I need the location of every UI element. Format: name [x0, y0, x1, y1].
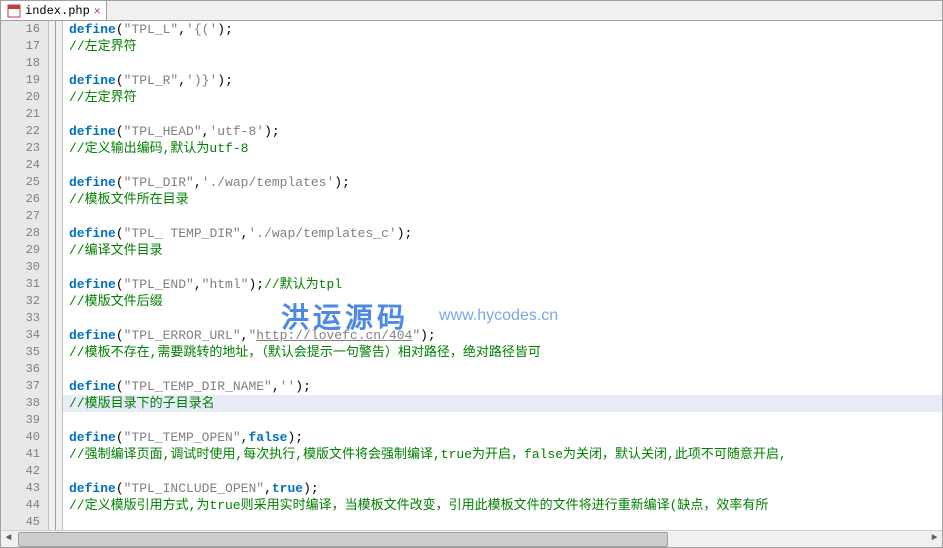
code-line[interactable]: //左定界符	[63, 38, 942, 55]
code-line[interactable]: x	[63, 157, 942, 174]
close-icon[interactable]: ✕	[94, 4, 101, 18]
line-number: 43	[1, 480, 40, 497]
code-line[interactable]: define("TPL_R",')}');	[63, 72, 942, 89]
code-line[interactable]: define("TPL_L",'{(');	[63, 21, 942, 38]
line-number: 44	[1, 497, 40, 514]
line-number: 42	[1, 463, 40, 480]
line-number: 16	[1, 21, 40, 38]
line-number: 40	[1, 429, 40, 446]
code-line[interactable]: define("TPL_TEMP_DIR_NAME",'');	[63, 378, 942, 395]
line-number: 25	[1, 174, 40, 191]
code-line[interactable]: define("TPL_ TEMP_DIR",'./wap/templates_…	[63, 225, 942, 242]
code-line[interactable]: define("TPL_HEAD",'utf-8');	[63, 123, 942, 140]
tab-filename: index.php	[25, 4, 90, 18]
code-line[interactable]: x	[63, 106, 942, 123]
scroll-right-arrow-icon[interactable]: ►	[926, 531, 943, 548]
code-area[interactable]: define("TPL_L",'{(');//左定界符xdefine("TPL_…	[63, 21, 942, 530]
code-line[interactable]: //模板不存在,需要跳转的地址，（默认会提示一句警告）相对路径，绝对路径皆可	[63, 344, 942, 361]
php-file-icon	[7, 4, 21, 18]
line-number: 34	[1, 327, 40, 344]
scroll-left-arrow-icon[interactable]: ◄	[0, 531, 17, 548]
line-number: 30	[1, 259, 40, 276]
tab-bar: index.php ✕	[1, 1, 942, 21]
line-number: 27	[1, 208, 40, 225]
code-line[interactable]: define("TPL_INCLUDE_OPEN",true);	[63, 480, 942, 497]
code-line[interactable]: x	[63, 259, 942, 276]
line-number: 31	[1, 276, 40, 293]
tab-file[interactable]: index.php ✕	[1, 1, 107, 20]
line-number: 28	[1, 225, 40, 242]
code-line[interactable]: //左定界符	[63, 89, 942, 106]
code-line[interactable]: //模版目录下的子目录名	[63, 395, 942, 412]
scrollbar-track[interactable]	[18, 532, 925, 547]
line-number: 24	[1, 157, 40, 174]
code-line[interactable]: //模板文件所在目录	[63, 191, 942, 208]
scrollbar-thumb[interactable]	[18, 532, 668, 547]
line-number: 22	[1, 123, 40, 140]
code-line[interactable]: define("TPL_TEMP_OPEN",false);	[63, 429, 942, 446]
line-number: 26	[1, 191, 40, 208]
line-number: 32	[1, 293, 40, 310]
code-line[interactable]: x	[63, 310, 942, 327]
line-number: 37	[1, 378, 40, 395]
line-number: 18	[1, 55, 40, 72]
line-number: 19	[1, 72, 40, 89]
code-line[interactable]: x	[63, 412, 942, 429]
code-line[interactable]: x	[63, 361, 942, 378]
line-number: 17	[1, 38, 40, 55]
line-number: 20	[1, 89, 40, 106]
line-number: 35	[1, 344, 40, 361]
code-line[interactable]: //定义模版引用方式,为true则采用实时编译，当模板文件改变，引用此模板文件的…	[63, 497, 942, 514]
line-number: 23	[1, 140, 40, 157]
editor[interactable]: 1617181920212223242526272829303132333435…	[1, 21, 942, 530]
line-number: 33	[1, 310, 40, 327]
code-line[interactable]: //编译文件目录	[63, 242, 942, 259]
code-line[interactable]: define("TPL_END","html");//默认为tpl	[63, 276, 942, 293]
code-line[interactable]: x	[63, 463, 942, 480]
code-line[interactable]: define("TPL_DIR",'./wap/templates');	[63, 174, 942, 191]
line-number: 41	[1, 446, 40, 463]
code-line[interactable]: x	[63, 55, 942, 72]
code-line[interactable]: define("TPL_ERROR_URL","http://lovefc.cn…	[63, 327, 942, 344]
horizontal-scrollbar[interactable]: ◄ ►	[1, 530, 942, 547]
code-line[interactable]: x	[63, 208, 942, 225]
line-number: 21	[1, 106, 40, 123]
line-number: 39	[1, 412, 40, 429]
line-number: 45	[1, 514, 40, 530]
code-line[interactable]: //强制编译页面,调试时使用,每次执行,模版文件将会强制编译,true为开启，f…	[63, 446, 942, 463]
line-number: 38	[1, 395, 40, 412]
code-line[interactable]: x	[63, 514, 942, 530]
fold-margin[interactable]	[49, 21, 63, 530]
line-number-gutter: 1617181920212223242526272829303132333435…	[1, 21, 49, 530]
code-line[interactable]: //定义输出编码,默认为utf-8	[63, 140, 942, 157]
line-number: 36	[1, 361, 40, 378]
code-line[interactable]: //模版文件后缀	[63, 293, 942, 310]
line-number: 29	[1, 242, 40, 259]
